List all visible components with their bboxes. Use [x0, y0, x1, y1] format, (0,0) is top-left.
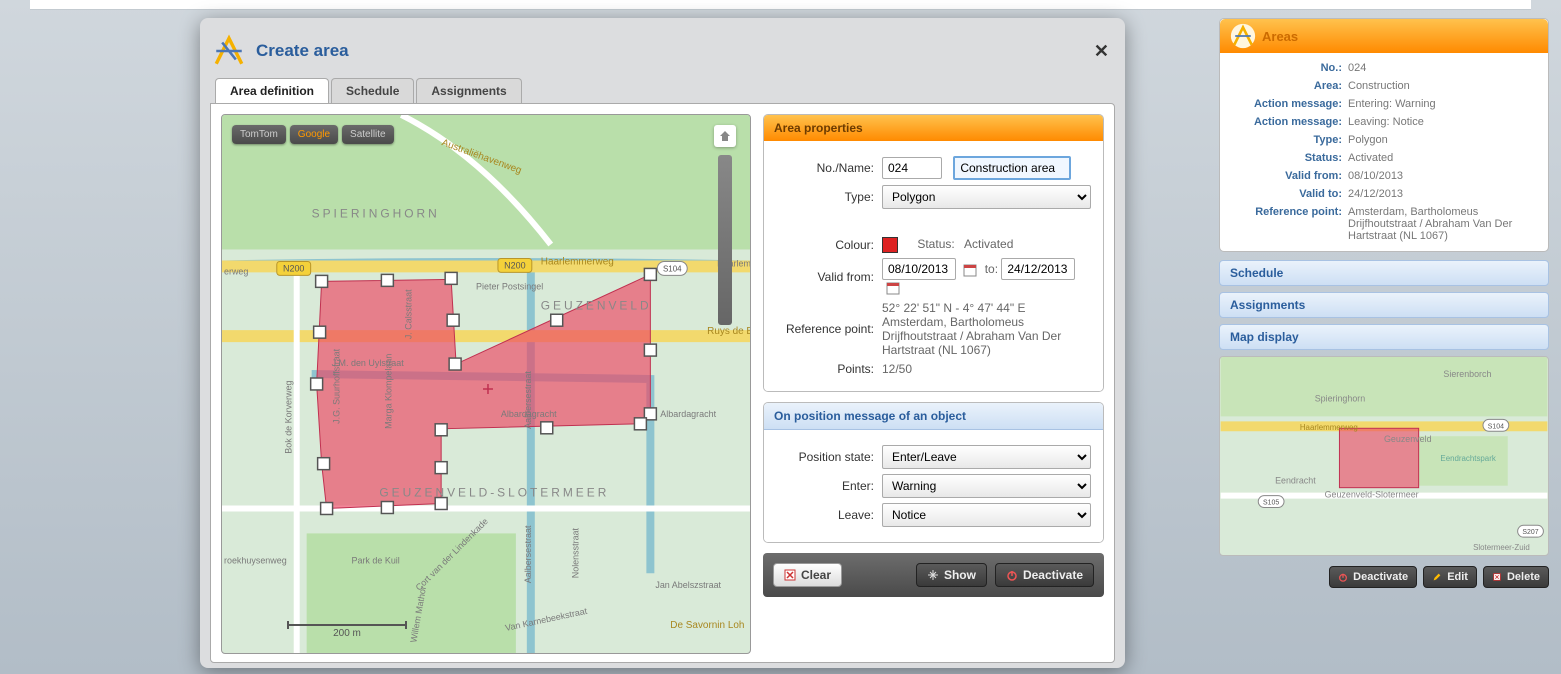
map-layer-google[interactable]: Google — [290, 125, 338, 144]
calendar-icon[interactable] — [962, 262, 978, 278]
svg-text:Eendracht: Eendracht — [1275, 476, 1316, 486]
tab-schedule[interactable]: Schedule — [331, 78, 414, 103]
svg-text:Albardagracht: Albardagracht — [501, 409, 557, 419]
svg-text:SPIERINGHORN: SPIERINGHORN — [312, 207, 440, 221]
svg-text:erweg: erweg — [224, 266, 248, 276]
deactivate-button[interactable]: Deactivate — [995, 563, 1094, 587]
ref-address: Amsterdam, Bartholomeus Drijfhoutstraat … — [882, 315, 1091, 357]
svg-text:De Savornin Loh: De Savornin Loh — [670, 620, 744, 631]
show-icon — [927, 569, 939, 581]
areas-icon — [1230, 23, 1256, 49]
calendar-icon[interactable] — [885, 280, 901, 296]
create-area-modal: Create area ✕ Area definition Schedule A… — [200, 18, 1125, 668]
svg-text:Aalbersestraat: Aalbersestraat — [523, 371, 533, 429]
leave-select[interactable]: Notice — [882, 503, 1091, 527]
areas-panel: Areas No.:024 Area:Construction Action m… — [1219, 18, 1549, 252]
power-icon — [1006, 569, 1018, 581]
svg-text:J. Calsstraat: J. Calsstraat — [403, 289, 413, 339]
status-value: Activated — [964, 237, 1013, 251]
svg-text:Haarlemmerweg: Haarlemmerweg — [541, 256, 614, 267]
colour-swatch[interactable] — [882, 237, 898, 253]
position-state-select[interactable]: Enter/Leave — [882, 445, 1091, 469]
sidebar-edit-button[interactable]: Edit — [1423, 566, 1477, 588]
scale-bar: 200 m — [287, 624, 407, 639]
svg-text:Bok de Korverweg: Bok de Korverweg — [284, 381, 294, 454]
sidebar-schedule[interactable]: Schedule — [1219, 260, 1549, 286]
valid-from-input[interactable] — [882, 258, 956, 280]
show-button[interactable]: Show — [916, 563, 987, 587]
map-canvas[interactable]: TomTom Google Satellite — [221, 114, 751, 654]
svg-text:Van Karnebeekstraat: Van Karnebeekstraat — [504, 606, 588, 633]
ref-coords: 52° 22' 51" N - 4° 47' 44" E — [882, 301, 1091, 315]
svg-text:Marga Klompelaan: Marga Klompelaan — [383, 354, 393, 429]
svg-text:S207: S207 — [1522, 529, 1538, 536]
svg-text:J.G. Suurhoffstraat: J.G. Suurhoffstraat — [332, 348, 342, 423]
pencil-icon — [1432, 572, 1442, 582]
mini-map[interactable]: Spieringhorn Geuzenveld Haarlemmerweg Ge… — [1219, 356, 1549, 556]
svg-text:Jan Abelszstraat: Jan Abelszstraat — [655, 580, 721, 590]
delete-icon — [1492, 572, 1502, 582]
clear-icon — [784, 569, 796, 581]
svg-text:Geuzenveld: Geuzenveld — [1384, 434, 1432, 444]
svg-text:Geuzenveld-Slotermeer: Geuzenveld-Slotermeer — [1325, 490, 1419, 500]
svg-text:N200: N200 — [283, 263, 304, 273]
map-home-button[interactable] — [714, 125, 736, 147]
area-properties-header: Area properties — [764, 115, 1103, 141]
svg-text:Park de Kuil: Park de Kuil — [352, 555, 400, 565]
points-count: 12/50 — [882, 362, 1091, 376]
svg-text:roekhuysenweg: roekhuysenweg — [224, 555, 287, 565]
svg-text:Albardagracht: Albardagracht — [660, 409, 716, 419]
svg-text:GEUZENVELD-SLOTERMEER: GEUZENVELD-SLOTERMEER — [379, 486, 609, 500]
svg-text:N200: N200 — [504, 260, 525, 270]
close-icon[interactable]: ✕ — [1094, 41, 1109, 62]
clear-button[interactable]: Clear — [773, 563, 842, 587]
svg-text:Aalbersestraat: Aalbersestraat — [523, 525, 533, 583]
svg-text:Haarlemmerweg: Haarlemmerweg — [1300, 423, 1358, 432]
position-msg-header: On position message of an object — [764, 403, 1103, 430]
area-name-input[interactable] — [953, 156, 1071, 180]
svg-text:S104: S104 — [663, 264, 682, 273]
svg-text:Ruys de B: Ruys de B — [707, 326, 750, 337]
svg-text:Spieringhorn: Spieringhorn — [1315, 394, 1366, 404]
sidebar-deactivate-button[interactable]: Deactivate — [1329, 566, 1417, 588]
svg-text:Nolensstraat: Nolensstraat — [571, 527, 581, 578]
svg-text:Slotermeer-Zuid: Slotermeer-Zuid — [1473, 543, 1530, 552]
map-layer-tomtom[interactable]: TomTom — [232, 125, 286, 144]
zoom-slider[interactable] — [718, 155, 732, 325]
area-number-input[interactable] — [882, 157, 942, 179]
svg-text:Pieter Postsingel: Pieter Postsingel — [476, 281, 543, 291]
svg-text:GEUZENVELD: GEUZENVELD — [541, 298, 652, 312]
valid-to-input[interactable] — [1001, 258, 1075, 280]
enter-select[interactable]: Warning — [882, 474, 1091, 498]
svg-text:S105: S105 — [1263, 500, 1279, 507]
type-select[interactable]: Polygon — [882, 185, 1091, 209]
tab-assignments[interactable]: Assignments — [416, 78, 521, 103]
svg-text:Eendrachtspark: Eendrachtspark — [1440, 454, 1495, 463]
power-icon — [1338, 572, 1348, 582]
areas-logo-icon — [212, 34, 246, 68]
svg-text:Sierenborch: Sierenborch — [1443, 369, 1491, 379]
sidebar-map-display-header[interactable]: Map display — [1219, 324, 1549, 350]
svg-text:S104: S104 — [1488, 423, 1504, 430]
tab-area-definition[interactable]: Area definition — [215, 78, 329, 103]
modal-title: Create area — [256, 41, 349, 61]
map-layer-satellite[interactable]: Satellite — [342, 125, 394, 144]
sidebar-delete-button[interactable]: Delete — [1483, 566, 1549, 588]
sidebar-assignments[interactable]: Assignments — [1219, 292, 1549, 318]
